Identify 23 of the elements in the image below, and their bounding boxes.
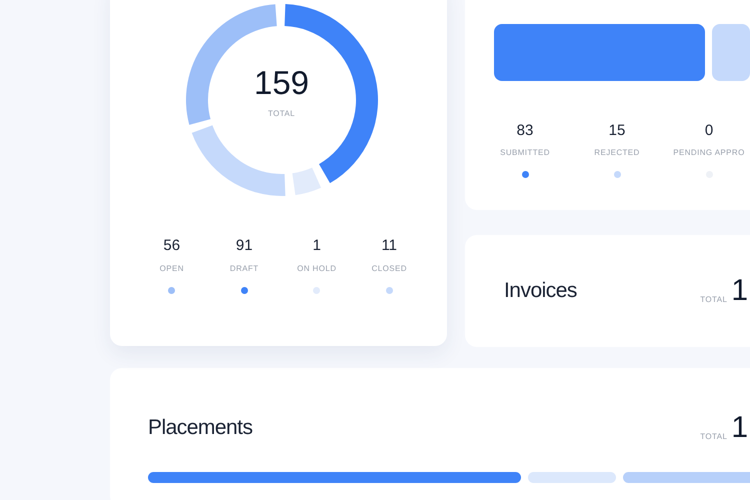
legend-value: 1 — [312, 238, 321, 253]
legend-value: 11 — [381, 238, 398, 253]
stat-value: 0 — [704, 123, 714, 138]
total-value: 1 — [731, 412, 748, 443]
stat-label: REJECTED — [594, 147, 640, 159]
legend-label: DRAFT — [230, 263, 259, 275]
legend-label: OPEN — [160, 263, 184, 275]
legend-value: 91 — [236, 238, 253, 253]
placements-title: Placements — [148, 415, 254, 441]
total-label: TOTAL — [700, 430, 728, 443]
total-label: TOTAL — [268, 108, 296, 120]
legend-label: CLOSED — [372, 263, 407, 275]
stat-label: PENDING APPRO — [673, 147, 745, 159]
total-label: TOTAL — [700, 294, 728, 306]
stat-value: 15 — [608, 123, 626, 138]
submission-bar — [712, 24, 750, 81]
total-value: 1 — [731, 276, 748, 306]
legend-value: 56 — [163, 238, 180, 253]
stat-label: SUBMITTED — [500, 147, 550, 159]
stat-value: 83 — [516, 123, 534, 138]
total-value: 159 — [254, 66, 310, 99]
legend-label: ON HOLD — [297, 263, 336, 275]
invoices-title: Invoices — [504, 278, 578, 304]
